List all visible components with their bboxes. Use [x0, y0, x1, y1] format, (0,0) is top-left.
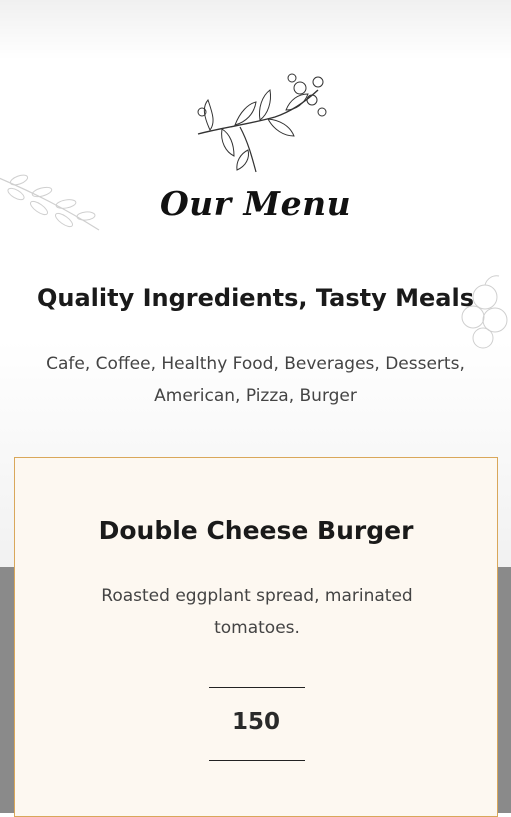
menu-tagline: Quality Ingredients, Tasty Meals — [36, 284, 474, 312]
price-divider-bottom — [209, 760, 305, 761]
menu-item-description: Roasted eggplant spread, marinated tomat… — [101, 586, 413, 638]
header-shadow — [0, 0, 511, 60]
menu-item-title: Double Cheese Burger — [98, 516, 414, 545]
menu-categories: Cafe, Coffee, Healthy Food, Beverages, D… — [46, 354, 465, 406]
herb-illustration-icon — [197, 73, 327, 173]
menu-item-price: 150 — [231, 709, 280, 735]
price-divider-top — [209, 687, 305, 688]
menu-heading: Our Menu — [159, 184, 352, 223]
menu-item-card: Double Cheese Burger Roasted eggplant sp… — [14, 457, 498, 817]
